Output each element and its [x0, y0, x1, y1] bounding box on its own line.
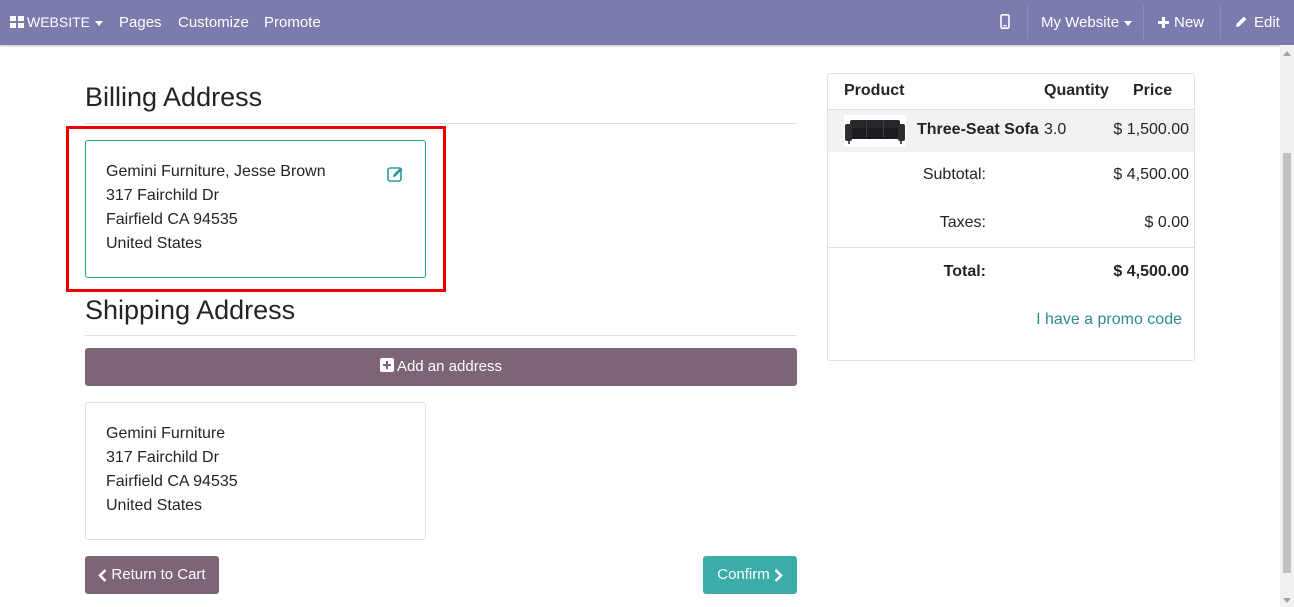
chevron-left-icon: [98, 568, 107, 582]
total-divider: [828, 247, 1194, 248]
subtotal-label: Subtotal:: [922, 166, 986, 183]
section-divider: [85, 335, 797, 336]
grid-icon: [10, 16, 24, 28]
scroll-up-icon[interactable]: [1283, 51, 1291, 56]
edit-button[interactable]: Edit: [1235, 0, 1280, 45]
promote-menu[interactable]: Promote: [264, 0, 321, 45]
navbar-divider: [1220, 6, 1221, 39]
scrollbar-thumb[interactable]: [1283, 153, 1291, 573]
sofa-product-image: [844, 115, 906, 147]
section-divider: [85, 123, 797, 124]
confirm-label: Confirm: [717, 566, 770, 583]
new-label: New: [1174, 14, 1205, 31]
taxes-label: Taxes:: [939, 214, 986, 231]
subtotal-value: $ 4,500.00: [1113, 166, 1189, 183]
new-button[interactable]: New: [1158, 0, 1204, 45]
billing-address-title: Billing Address: [85, 82, 263, 112]
mobile-icon: [1000, 14, 1010, 29]
total-label: Total:: [943, 263, 986, 280]
navbar-divider: [1143, 6, 1144, 39]
chevron-down-icon: [1124, 20, 1133, 26]
cart-line-price: $ 1,500.00: [1113, 121, 1189, 138]
cart-line-product-name: Three-Seat Sofa: [917, 121, 1039, 138]
price-column-header: Price: [1133, 82, 1173, 99]
taxes-value: $ 0.00: [1144, 214, 1189, 231]
add-address-button[interactable]: Add an address: [85, 348, 797, 386]
mobile-preview-button[interactable]: [1000, 0, 1010, 45]
my-website-label: My Website: [1041, 14, 1120, 31]
pencil-icon: [1236, 16, 1247, 27]
chevron-right-icon: [774, 568, 783, 582]
pages-menu[interactable]: Pages: [119, 0, 162, 45]
cart-line-quantity: 3.0: [1044, 121, 1067, 138]
total-value: $ 4,500.00: [1113, 263, 1189, 280]
product-column-header: Product: [844, 82, 905, 99]
add-address-label: Add an address: [396, 358, 503, 375]
highlight-annotation: [66, 126, 446, 292]
website-navbar: WEBSITE Pages Customize Promote My Websi…: [0, 0, 1294, 45]
my-website-menu[interactable]: My Website: [1041, 0, 1133, 45]
return-to-cart-button[interactable]: Return to Cart: [85, 556, 219, 594]
shipping-address-card[interactable]: Gemini Furniture 317 Fairchild Dr Fairfi…: [85, 402, 426, 540]
website-menu[interactable]: WEBSITE: [10, 0, 104, 45]
plus-square-icon: [379, 358, 394, 372]
promo-code-link[interactable]: I have a promo code: [1036, 311, 1182, 329]
chevron-down-icon: [95, 20, 104, 26]
navbar-divider: [1027, 6, 1028, 39]
shipping-address-line: Fairfield CA 94535: [106, 473, 238, 490]
customize-menu[interactable]: Customize: [178, 0, 249, 45]
shipping-address-line: United States: [106, 497, 203, 514]
return-to-cart-label: Return to Cart: [111, 566, 206, 583]
shipping-address-line: 317 Fairchild Dr: [106, 449, 219, 466]
shipping-address-lines: Gemini Furniture 317 Fairchild Dr Fairfi…: [106, 422, 238, 518]
website-menu-label: WEBSITE: [27, 14, 91, 30]
shipping-address-line: Gemini Furniture: [106, 425, 226, 442]
order-summary: Product Quantity Price Three-Seat Sofa 3…: [827, 73, 1195, 361]
edit-label: Edit: [1254, 14, 1280, 31]
page-scrollbar[interactable]: [1280, 45, 1294, 607]
quantity-column-header: Quantity: [1044, 82, 1109, 99]
shipping-address-title: Shipping Address: [85, 295, 296, 325]
scroll-down-icon[interactable]: [1283, 598, 1291, 603]
confirm-button[interactable]: Confirm: [703, 556, 797, 594]
plus-icon: [1158, 17, 1169, 28]
